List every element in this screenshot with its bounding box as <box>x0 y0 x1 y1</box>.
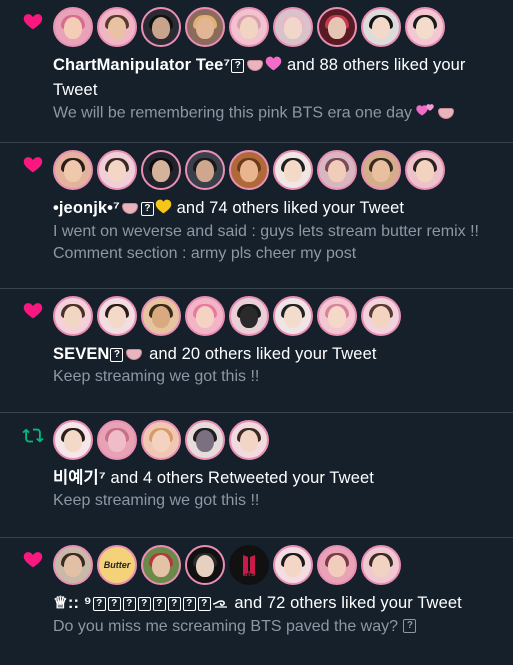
avatar-row <box>53 6 503 47</box>
tweet-preview[interactable]: Keep streaming we got this !! <box>53 490 503 512</box>
avatar[interactable] <box>229 6 269 47</box>
avatar[interactable] <box>273 6 313 47</box>
avatar[interactable]: Butter <box>97 544 137 585</box>
avatar[interactable] <box>229 149 269 190</box>
bts-logo-text: BTS <box>243 571 255 578</box>
notification-item[interactable]: Butter BTS ♕:: ⁹???????? and 72 others l… <box>0 538 513 665</box>
missing-glyph-icon: ? <box>110 347 124 362</box>
avatar-row <box>53 295 503 336</box>
action-text: and 74 others liked your Tweet <box>176 199 405 217</box>
notification-headline: SEVEN? and 20 others liked your Tweet <box>53 342 503 366</box>
tweet-preview[interactable]: Do you miss me screaming BTS paved the w… <box>53 616 503 638</box>
missing-glyph-icon: ? <box>231 58 245 73</box>
pink-heart-icon <box>265 54 282 78</box>
avatar[interactable] <box>53 6 93 47</box>
avatar[interactable] <box>317 6 357 47</box>
missing-glyph-icon: ? <box>152 596 166 611</box>
avatar[interactable] <box>97 6 137 47</box>
avatar[interactable] <box>361 544 401 585</box>
yellow-heart-icon <box>155 197 172 221</box>
mouth-emoji-icon <box>121 203 138 215</box>
heart-icon <box>23 303 43 319</box>
avatar[interactable] <box>53 544 93 585</box>
avatar[interactable] <box>53 419 93 460</box>
mouth-emoji-icon <box>126 349 143 361</box>
avatar-row: Butter BTS <box>53 544 503 585</box>
avatar[interactable] <box>185 295 225 336</box>
avatar[interactable] <box>405 6 445 47</box>
missing-glyph-icon: ? <box>140 201 154 216</box>
mouth-emoji-icon <box>438 107 455 119</box>
action-text: and 4 others Retweeted your Tweet <box>110 469 374 487</box>
notification-headline: •jeonjk•⁷? and 74 others liked your Twee… <box>53 196 503 221</box>
avatar[interactable] <box>97 419 137 460</box>
avatar-row <box>53 419 503 460</box>
avatar[interactable]: BTS <box>229 544 269 585</box>
avatar[interactable] <box>141 295 181 336</box>
notification-item[interactable]: •jeonjk•⁷? and 74 others liked your Twee… <box>0 143 513 289</box>
retweet-icon <box>22 428 44 443</box>
avatar[interactable] <box>361 149 401 190</box>
avatar[interactable] <box>317 295 357 336</box>
actor-name[interactable]: 비예기⁷ <box>53 469 106 487</box>
avatar[interactable] <box>53 149 93 190</box>
heart-icon <box>23 157 43 173</box>
notifications-feed: ChartManipulator Tee⁷? and 88 others lik… <box>0 0 513 665</box>
avatar[interactable] <box>229 419 269 460</box>
missing-glyph-icon: ? <box>107 596 121 611</box>
notification-item[interactable]: 비예기⁷ and 4 others Retweeted your Tweet K… <box>0 413 513 538</box>
avatar[interactable] <box>141 419 181 460</box>
avatar[interactable] <box>185 6 225 47</box>
avatar[interactable] <box>141 149 181 190</box>
notification-item[interactable]: SEVEN? and 20 others liked your Tweet Ke… <box>0 289 513 413</box>
missing-glyph-icon: ? <box>122 596 136 611</box>
tweet-preview[interactable]: We will be remembering this pink BTS era… <box>53 102 503 125</box>
missing-glyph-icon: ? <box>403 619 417 634</box>
avatar[interactable] <box>185 149 225 190</box>
avatar[interactable] <box>273 544 313 585</box>
avatar-row <box>53 149 503 190</box>
actor-name[interactable]: •jeonjk•⁷ <box>53 199 120 217</box>
missing-glyph-icon: ? <box>137 596 151 611</box>
avatar[interactable] <box>317 544 357 585</box>
missing-glyph-icon: ? <box>167 596 181 611</box>
avatar[interactable] <box>53 295 93 336</box>
notification-headline: ChartManipulator Tee⁷? and 88 others lik… <box>53 53 503 102</box>
missing-glyph-icon: ? <box>182 596 196 611</box>
heart-icon <box>23 14 43 30</box>
avatar[interactable] <box>273 149 313 190</box>
avatar[interactable] <box>361 295 401 336</box>
wind-swirl-icon <box>212 592 230 616</box>
avatar[interactable] <box>97 149 137 190</box>
avatar[interactable] <box>141 6 181 47</box>
actor-name[interactable]: ♕:: ⁹ <box>53 594 92 612</box>
avatar[interactable] <box>361 6 401 47</box>
avatar[interactable] <box>273 295 313 336</box>
heart-icon <box>23 552 43 568</box>
avatar[interactable] <box>141 544 181 585</box>
avatar[interactable] <box>185 419 225 460</box>
mouth-emoji-icon <box>247 60 264 72</box>
notification-item[interactable]: ChartManipulator Tee⁷? and 88 others lik… <box>0 0 513 143</box>
avatar[interactable] <box>185 544 225 585</box>
two-hearts-icon <box>416 102 436 125</box>
action-text: and 72 others liked your Tweet <box>234 594 462 612</box>
avatar[interactable] <box>97 295 137 336</box>
actor-name[interactable]: ChartManipulator Tee⁷ <box>53 56 230 74</box>
notification-headline: 비예기⁷ and 4 others Retweeted your Tweet <box>53 466 503 490</box>
butter-logo: Butter <box>103 559 131 570</box>
actor-name[interactable]: SEVEN <box>53 345 109 363</box>
avatar[interactable] <box>229 295 269 336</box>
tweet-preview[interactable]: I went on weverse and said : guys lets s… <box>53 221 503 265</box>
missing-glyph-icon: ? <box>92 596 106 611</box>
missing-glyph-icon: ? <box>197 596 211 611</box>
tweet-preview[interactable]: Keep streaming we got this !! <box>53 366 503 388</box>
notification-headline: ♕:: ⁹???????? and 72 others liked your T… <box>53 591 503 616</box>
avatar[interactable] <box>405 149 445 190</box>
avatar[interactable] <box>317 149 357 190</box>
action-text: and 20 others liked your Tweet <box>149 345 377 363</box>
